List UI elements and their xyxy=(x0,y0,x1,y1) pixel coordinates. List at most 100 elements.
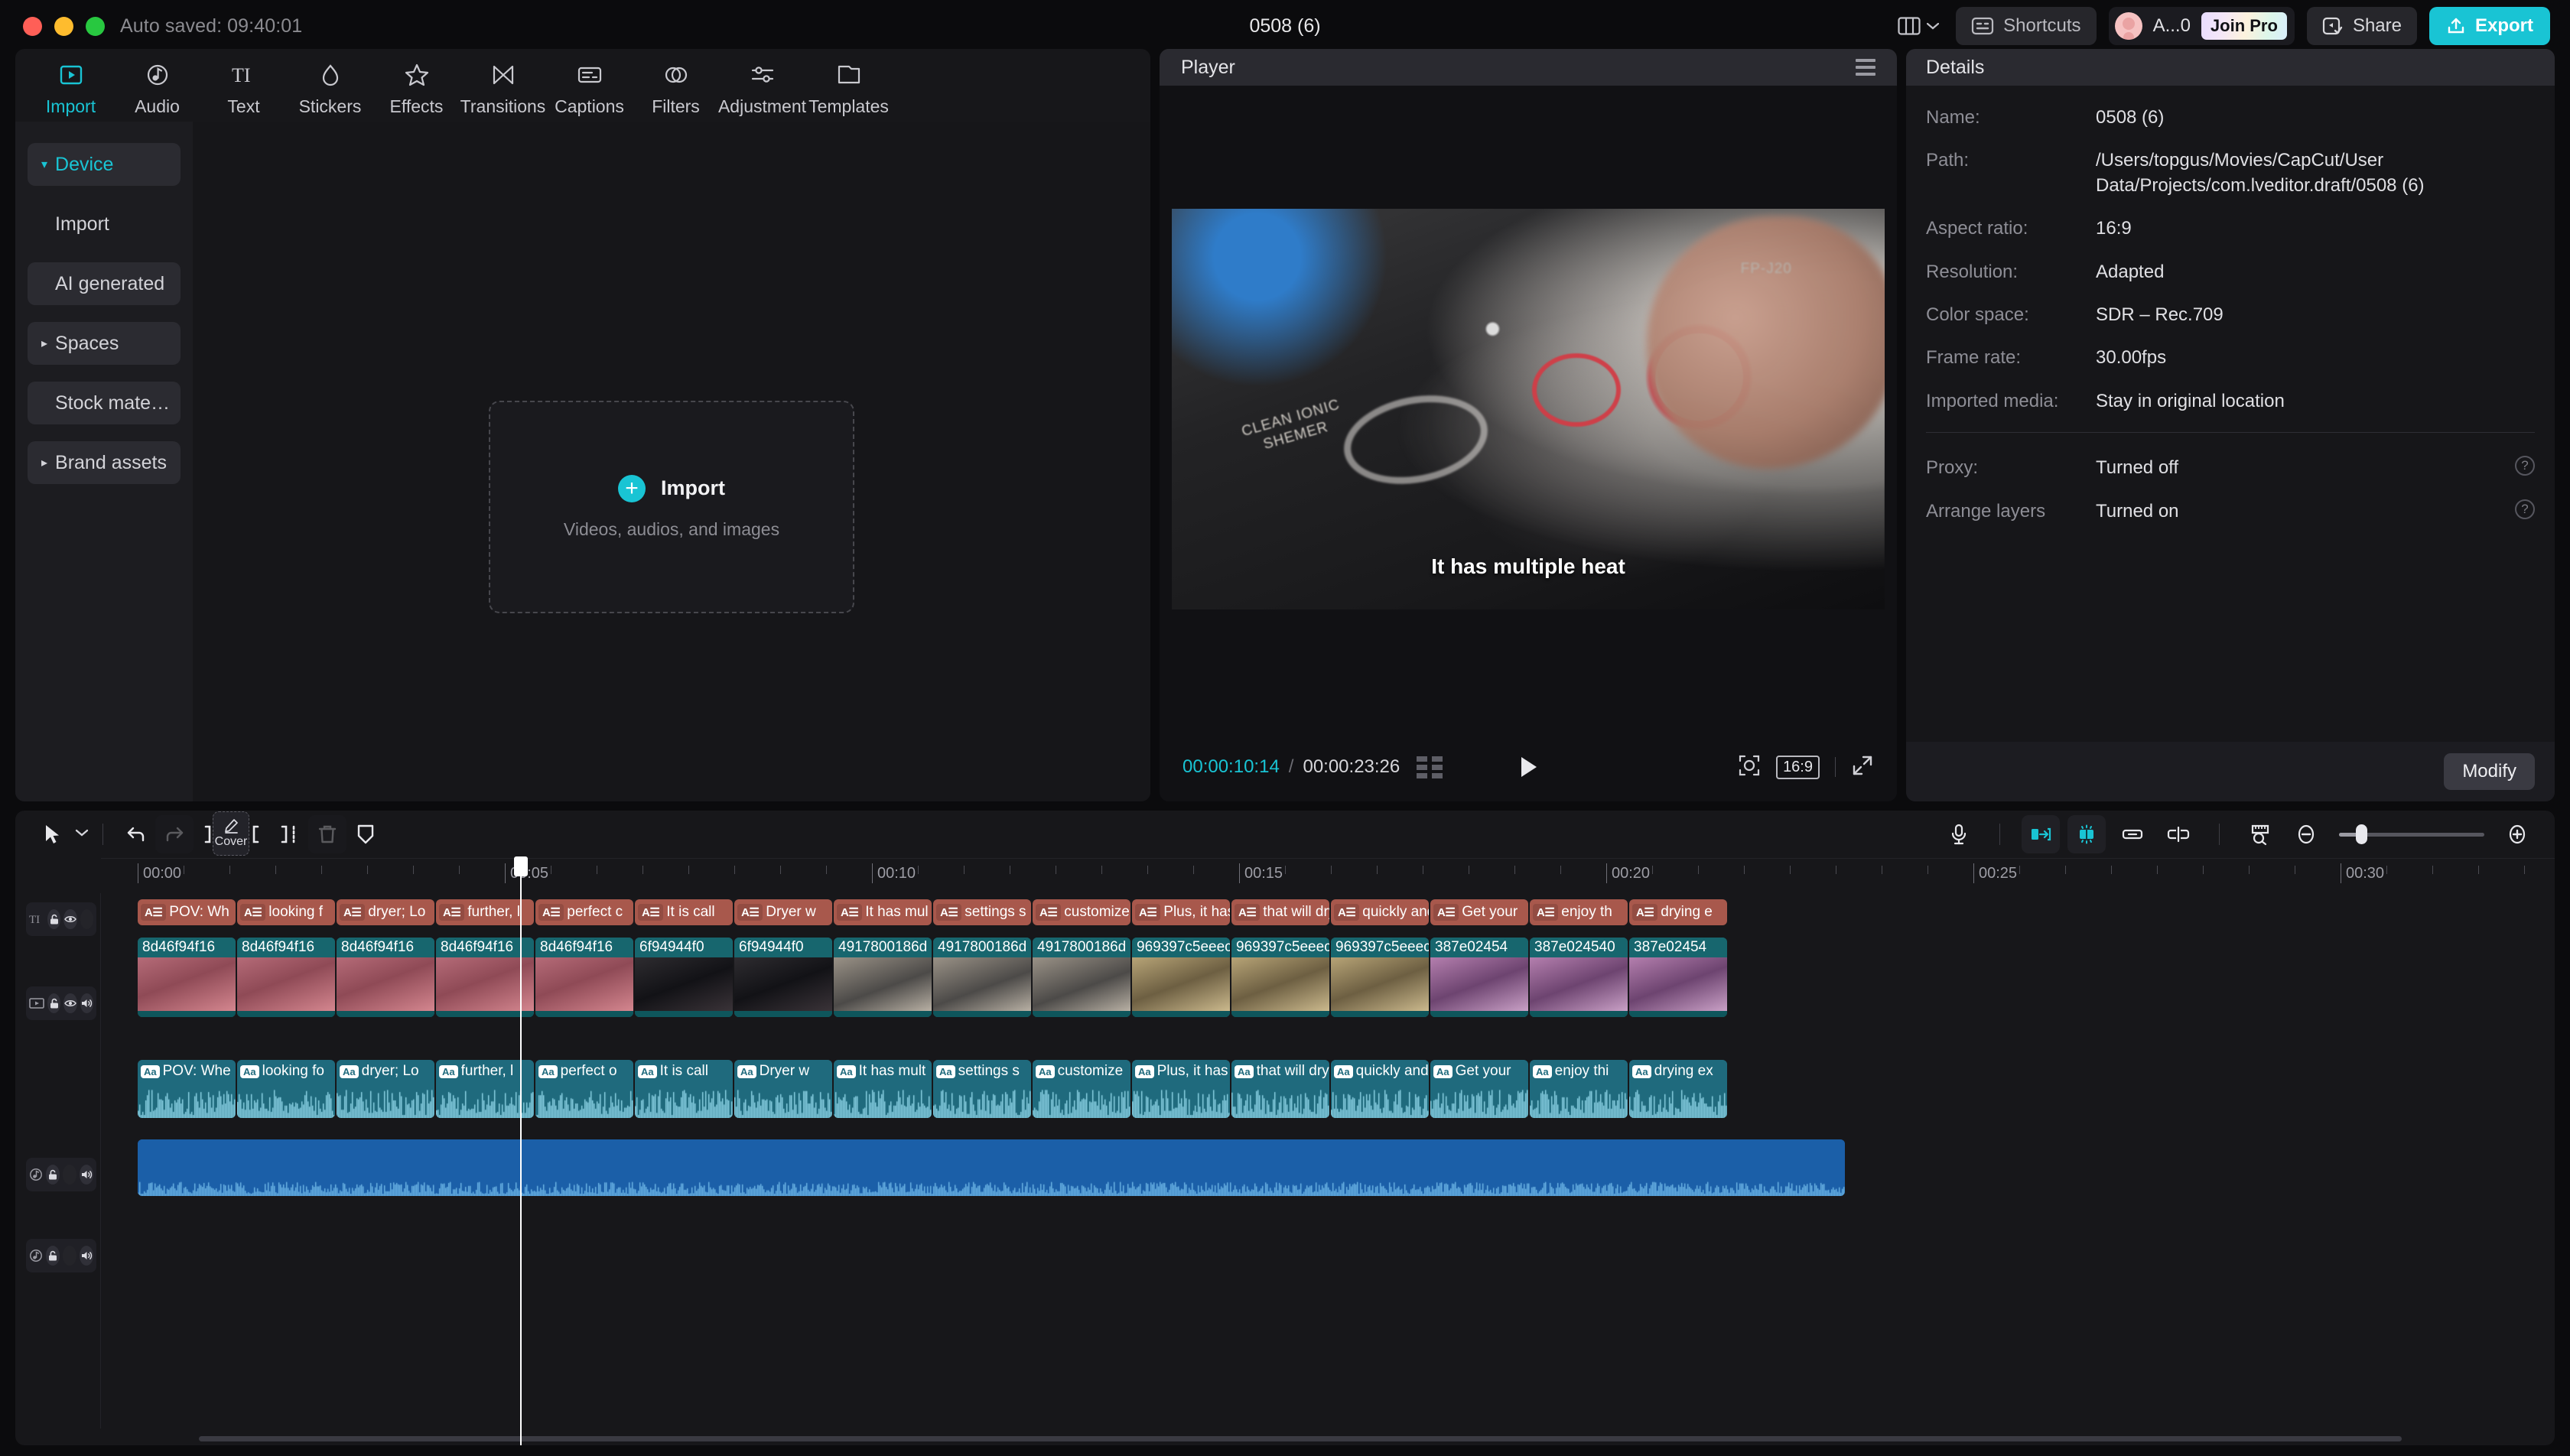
video-clip[interactable]: 969397c5eeec xyxy=(1331,938,1429,1017)
redo-button[interactable] xyxy=(155,815,194,853)
zoom-slider[interactable] xyxy=(2339,824,2484,844)
aspect-ratio-button[interactable]: 16:9 xyxy=(1776,756,1820,779)
timeline-ruler[interactable]: 00:0000:0500:1000:1500:2000:2500:30 xyxy=(101,858,2555,893)
caption-audio-clip[interactable]: Aaperfect o xyxy=(535,1060,633,1118)
track-header-video[interactable] xyxy=(26,986,96,1020)
playhead[interactable] xyxy=(520,858,522,1445)
share-button[interactable]: Share xyxy=(2307,7,2417,45)
video-clip[interactable]: 4917800186d xyxy=(834,938,932,1017)
caption-audio-clip[interactable]: AaIt has mult xyxy=(834,1060,932,1118)
video-clip[interactable]: 6f94944f0 xyxy=(635,938,733,1017)
caption-audio-clip[interactable]: AaIt is call xyxy=(635,1060,733,1118)
text-clip[interactable]: A☰quickly and xyxy=(1331,899,1429,925)
tab-import[interactable]: Import xyxy=(28,54,114,117)
frame-grid-icon[interactable] xyxy=(1417,756,1443,778)
zoom-in-button[interactable] xyxy=(2498,815,2536,853)
toggle-visibility-button[interactable] xyxy=(63,1246,76,1266)
tab-transitions[interactable]: Transitions xyxy=(460,54,546,117)
video-clip[interactable]: 4917800186d xyxy=(933,938,1031,1017)
mute-track-button[interactable] xyxy=(80,1165,93,1185)
caption-audio-clip[interactable]: AaDryer w xyxy=(734,1060,832,1118)
sidebar-item-import[interactable]: Import xyxy=(28,203,181,245)
text-clip[interactable]: A☰enjoy th xyxy=(1530,899,1628,925)
maximize-window-button[interactable] xyxy=(86,17,105,36)
lock-track-button[interactable] xyxy=(46,1246,60,1266)
video-clip[interactable]: 969397c5eeec xyxy=(1231,938,1329,1017)
tab-stickers[interactable]: Stickers xyxy=(287,54,373,117)
text-clip[interactable]: A☰further, l xyxy=(436,899,534,925)
mute-track-button[interactable] xyxy=(80,993,93,1013)
tab-filters[interactable]: Filters xyxy=(633,54,719,117)
link-clips-button[interactable] xyxy=(2113,815,2152,853)
video-clip[interactable]: 8d46f94f16 xyxy=(138,938,236,1017)
playhead-handle[interactable] xyxy=(514,856,528,876)
undo-button[interactable] xyxy=(117,815,155,853)
snap-to-clip-button[interactable] xyxy=(2022,815,2060,853)
caption-audio-clip[interactable]: Aasettings s xyxy=(933,1060,1031,1118)
text-clip[interactable]: A☰Dryer w xyxy=(734,899,832,925)
sidebar-item-device[interactable]: ▾ Device xyxy=(28,143,181,186)
sidebar-item-brand-assets[interactable]: ▸ Brand assets xyxy=(28,441,181,484)
caption-audio-clip[interactable]: Aacustomize xyxy=(1033,1060,1130,1118)
caption-audio-clip[interactable]: Aaenjoy thi xyxy=(1530,1060,1628,1118)
video-clip[interactable]: 969397c5eeec xyxy=(1132,938,1230,1017)
layout-switch-button[interactable] xyxy=(1893,11,1944,41)
shortcuts-button[interactable]: Shortcuts xyxy=(1956,7,2096,45)
tab-adjustment[interactable]: Adjustment xyxy=(719,54,805,117)
text-clip[interactable]: A☰dryer; Lo xyxy=(337,899,434,925)
magnetic-snap-button[interactable] xyxy=(2067,815,2106,853)
text-clip[interactable]: A☰looking f xyxy=(237,899,335,925)
account-chip[interactable]: A...0 Join Pro xyxy=(2109,7,2295,45)
text-clip[interactable]: A☰that will dry xyxy=(1231,899,1329,925)
player-menu-icon[interactable] xyxy=(1856,59,1875,76)
toggle-visibility-button[interactable] xyxy=(63,909,76,929)
tab-captions[interactable]: Captions xyxy=(546,54,633,117)
tool-dropdown-button[interactable] xyxy=(75,827,89,841)
cover-button[interactable]: Cover xyxy=(213,811,249,856)
export-button[interactable]: Export xyxy=(2429,7,2550,45)
text-clip[interactable]: A☰It is call xyxy=(635,899,733,925)
toggle-visibility-button[interactable] xyxy=(63,993,76,1013)
timeline-hscrollbar-thumb[interactable] xyxy=(199,1436,2402,1441)
video-preview[interactable]: CLEAN IONIC SHEMER FP-J20 It has multipl… xyxy=(1172,209,1885,609)
mask-button[interactable] xyxy=(346,815,385,853)
unlink-clips-button[interactable] xyxy=(2159,815,2198,853)
tab-audio[interactable]: Audio xyxy=(114,54,200,117)
close-window-button[interactable] xyxy=(23,17,42,36)
text-clip[interactable]: A☰Get your xyxy=(1430,899,1528,925)
text-clip[interactable]: A☰settings s xyxy=(933,899,1031,925)
music-clip[interactable] xyxy=(138,1139,1845,1196)
track-header-audio-1[interactable] xyxy=(26,1158,96,1191)
caption-audio-clip[interactable]: Aaquickly and xyxy=(1331,1060,1429,1118)
record-voiceover-button[interactable] xyxy=(1940,815,1978,853)
sidebar-item-spaces[interactable]: ▸ Spaces xyxy=(28,322,181,365)
lock-track-button[interactable] xyxy=(46,1165,60,1185)
zoom-out-button[interactable] xyxy=(2287,815,2325,853)
caption-audio-clip[interactable]: AaPlus, it has xyxy=(1132,1060,1230,1118)
caption-audio-clip[interactable]: AaGet your xyxy=(1430,1060,1528,1118)
window-controls[interactable]: Auto saved: 09:40:01 xyxy=(0,15,302,37)
video-clip[interactable]: 387e02454 xyxy=(1629,938,1727,1017)
track-header-audio-2[interactable] xyxy=(26,1239,96,1272)
select-tool-button[interactable] xyxy=(34,815,72,853)
help-icon[interactable]: ? xyxy=(2515,499,2535,519)
play-button[interactable] xyxy=(1513,754,1544,780)
caption-audio-clip[interactable]: Aadrying ex xyxy=(1629,1060,1727,1118)
track-header-text[interactable]: TI xyxy=(26,902,96,936)
import-dropzone[interactable]: + Import Videos, audios, and images xyxy=(489,401,854,613)
zoom-slider-thumb[interactable] xyxy=(2356,824,2367,844)
fit-to-window-button[interactable] xyxy=(2241,815,2279,853)
lock-track-button[interactable] xyxy=(47,993,60,1013)
caption-audio-clip[interactable]: Aalooking fo xyxy=(237,1060,335,1118)
delete-right-button[interactable] xyxy=(270,815,308,853)
text-clip[interactable]: A☰drying e xyxy=(1629,899,1727,925)
video-clip[interactable]: 6f94944f0 xyxy=(734,938,832,1017)
sidebar-item-stock-materials[interactable]: Stock mate… xyxy=(28,382,181,424)
fullscreen-button[interactable] xyxy=(1851,754,1874,781)
caption-audio-clip[interactable]: Aathat will dry xyxy=(1231,1060,1329,1118)
text-clip[interactable]: A☰perfect c xyxy=(535,899,633,925)
caption-audio-clip[interactable]: AaPOV: Whe xyxy=(138,1060,236,1118)
video-clip[interactable]: 387e024540 xyxy=(1530,938,1628,1017)
minimize-window-button[interactable] xyxy=(54,17,73,36)
video-clip[interactable]: 8d46f94f16 xyxy=(436,938,534,1017)
